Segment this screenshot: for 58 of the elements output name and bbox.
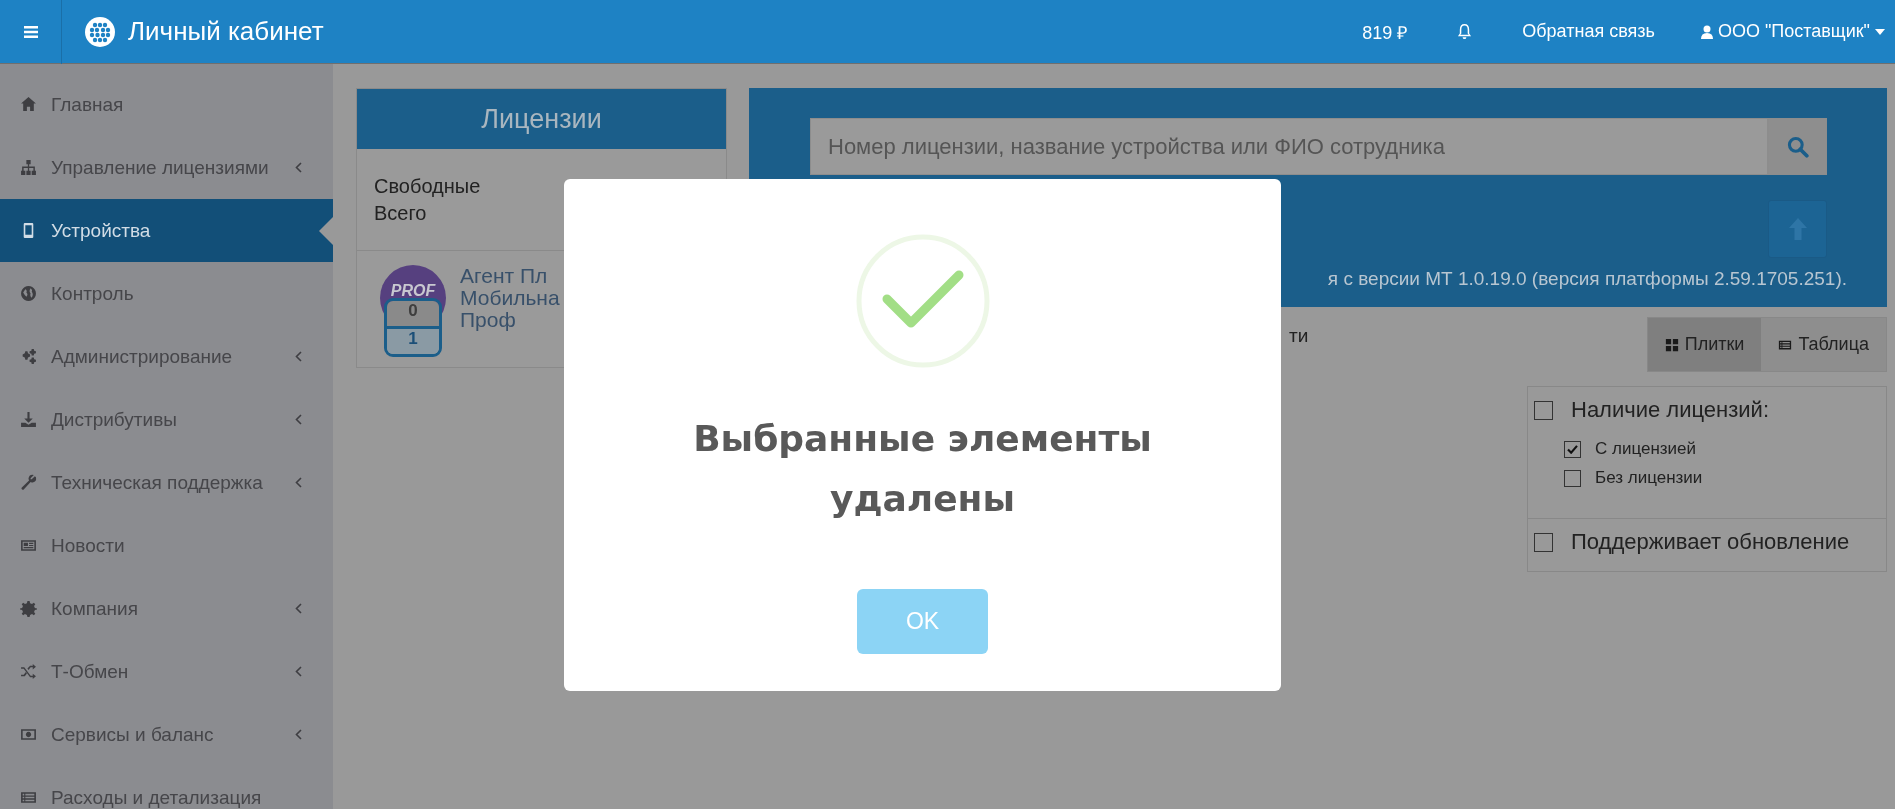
ok-button[interactable]: OK <box>857 589 988 654</box>
grid-icon <box>1664 337 1679 352</box>
user-icon <box>1700 24 1713 39</box>
search-field[interactable]: Номер лицензии, название устройства или ФИО сотрудника <box>810 118 1768 175</box>
panel-title: Лицензии <box>481 103 602 135</box>
download-icon <box>20 411 37 428</box>
bell-icon[interactable] <box>1457 23 1473 40</box>
sidebar-item[interactable]: Компания <box>0 577 333 640</box>
view-toggle[interactable]: Таблица <box>1761 318 1886 371</box>
summary-label: Свободные <box>374 174 482 198</box>
dialog-message: Выбранные элементы удалены <box>692 417 1153 521</box>
app-title: Личный кабинет <box>128 16 324 47</box>
sidebar-item[interactable]: Дистрибутивы <box>0 388 333 451</box>
sitemap-icon <box>20 159 37 176</box>
sidebar-item[interactable]: Администрирование <box>0 325 333 388</box>
filter-label: Поддерживает обновление <box>1571 529 1850 555</box>
license-name[interactable]: Мобильна <box>460 287 560 309</box>
sidebar-item[interactable]: Т-Обмен <box>0 640 333 703</box>
menu-icon[interactable] <box>23 25 38 38</box>
sidebar-item[interactable]: Управление лицензиями <box>0 136 333 199</box>
checkbox[interactable] <box>1564 469 1581 487</box>
banknote-icon <box>20 726 37 743</box>
wrench-icon <box>20 474 37 491</box>
summary-label: Всего <box>374 201 428 225</box>
checkbox[interactable] <box>1564 440 1581 458</box>
feedback-link[interactable]: Обратная связь <box>1522 21 1655 42</box>
checkbox[interactable] <box>1534 400 1553 420</box>
shuffle-icon <box>20 663 37 680</box>
search-icon <box>1786 135 1809 158</box>
sidebar-item[interactable]: Контроль <box>0 262 333 325</box>
note-text: ти <box>1289 325 1309 347</box>
logo-icon <box>85 16 115 47</box>
sidebar-item[interactable]: Главная <box>0 73 333 136</box>
sidebar-item[interactable]: Техническая поддержка <box>0 451 333 514</box>
version-note: я с версии МТ 1.0.19.0 (версия платформы 2.59.1705.251). <box>1326 268 1847 290</box>
globe-icon <box>20 285 37 302</box>
filter-label: Наличие лицензий: <box>1571 397 1769 423</box>
user-menu[interactable]: ООО "Поставщик" <box>1700 21 1885 42</box>
balance-link[interactable]: 819 ₽ <box>1362 19 1408 44</box>
success-check-icon <box>854 233 991 369</box>
license-name[interactable]: Проф <box>460 309 560 331</box>
sidebar-item[interactable]: Сервисы и баланс <box>0 703 333 766</box>
home-icon <box>20 96 37 113</box>
license-counter: 0 1 <box>384 298 442 357</box>
caret-icon <box>1875 28 1885 35</box>
checkbox[interactable] <box>1534 532 1553 552</box>
list-icon <box>20 789 37 806</box>
active-pointer-icon <box>319 217 333 245</box>
option-label: Без лицензии <box>1595 468 1703 488</box>
gear-icon <box>20 600 37 617</box>
sidebar-item[interactable]: Новости <box>0 514 333 577</box>
view-toggle[interactable]: Плитки <box>1647 318 1762 371</box>
check-icon <box>1567 444 1578 454</box>
sidebar-item[interactable]: Расходы и детализация <box>0 766 333 809</box>
option-label: С лицензией <box>1595 439 1697 459</box>
sidebar-item[interactable]: Устройства <box>0 199 333 262</box>
license-name[interactable]: Агент Пл <box>460 265 560 287</box>
newspaper-icon <box>20 537 37 554</box>
